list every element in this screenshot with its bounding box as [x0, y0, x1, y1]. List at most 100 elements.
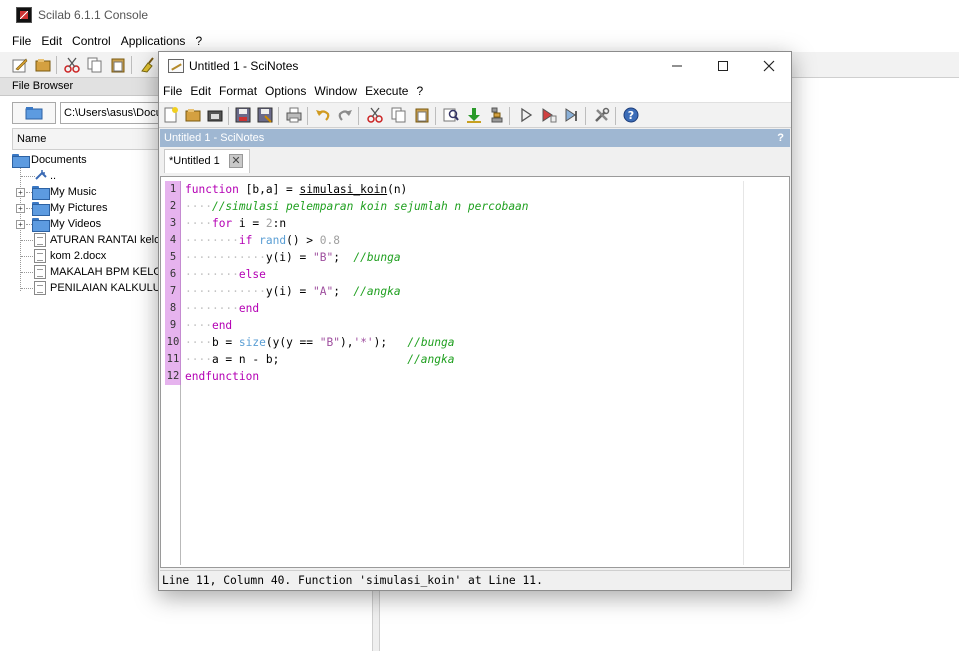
- scilab-logo-icon: [16, 7, 32, 23]
- line-number: 10: [166, 336, 180, 348]
- document-icon: [34, 281, 46, 295]
- scinotes-launch-icon[interactable]: [10, 55, 30, 75]
- code-editor[interactable]: 1 2 3 4 5 6 7 8 9 10 11 12 function [b,a] = simulas…: [160, 176, 790, 568]
- open-recent-icon[interactable]: [205, 105, 225, 125]
- undo-icon[interactable]: [313, 105, 333, 125]
- help-icon[interactable]: ?: [621, 105, 641, 125]
- line-number: 5: [169, 251, 177, 263]
- load-into-scilab-icon[interactable]: [464, 105, 484, 125]
- copy-icon[interactable]: [389, 105, 409, 125]
- document-header-title: Untitled 1 - SciNotes: [164, 132, 265, 144]
- run-with-echo-icon[interactable]: [539, 105, 559, 125]
- open-folder-icon[interactable]: [33, 55, 53, 75]
- document-icon: [34, 265, 46, 279]
- folder-icon: [12, 154, 30, 168]
- scinotes-titlebar[interactable]: Untitled 1 - SciNotes: [159, 52, 791, 80]
- settings-tools-icon[interactable]: [592, 105, 612, 125]
- scinotes-title: Untitled 1 - SciNotes: [189, 59, 299, 73]
- scinotes-toolbar: ?: [159, 102, 791, 128]
- close-button[interactable]: [746, 52, 792, 80]
- expand-icon[interactable]: +: [16, 220, 25, 229]
- parent-directory-icon: [35, 170, 47, 180]
- folder-icon: [25, 107, 43, 120]
- console-menu-file[interactable]: File: [7, 32, 36, 50]
- editor-tab-bar: *Untitled 1 ✕: [160, 147, 790, 173]
- new-file-icon[interactable]: [161, 105, 181, 125]
- paste-icon[interactable]: [108, 55, 128, 75]
- line-number: 3: [169, 217, 177, 229]
- code-line[interactable]: ············y(i) = "B"; //bunga: [185, 249, 401, 266]
- code-line[interactable]: ········else: [185, 266, 266, 283]
- find-replace-icon[interactable]: [441, 105, 461, 125]
- menu-window[interactable]: Window: [310, 80, 361, 102]
- run-until-cursor-icon[interactable]: [562, 105, 582, 125]
- paste-icon[interactable]: [412, 105, 432, 125]
- document-header-help[interactable]: ?: [777, 129, 784, 147]
- code-line[interactable]: ····end: [185, 317, 232, 334]
- close-tab-icon[interactable]: ✕: [229, 154, 243, 168]
- console-menu-control[interactable]: Control: [67, 32, 116, 50]
- line-number: 6: [169, 268, 177, 280]
- clear-console-icon[interactable]: [137, 55, 157, 75]
- tree-item-label: PENILAIAN KALKULUS: [50, 282, 168, 294]
- maximize-button[interactable]: [700, 52, 746, 80]
- expand-icon[interactable]: +: [16, 204, 25, 213]
- redo-icon[interactable]: [335, 105, 355, 125]
- run-icon[interactable]: [516, 105, 536, 125]
- line-number: 7: [169, 285, 177, 297]
- menu-edit[interactable]: Edit: [186, 80, 215, 102]
- open-file-icon[interactable]: [183, 105, 203, 125]
- close-icon: [763, 60, 775, 72]
- code-line[interactable]: ····for i = 2:n: [185, 215, 286, 232]
- tree-item-label: ..: [50, 170, 57, 182]
- cut-icon[interactable]: [365, 105, 385, 125]
- line-number: 1: [169, 183, 177, 195]
- minimize-button[interactable]: [654, 52, 700, 80]
- file-browser-title: File Browser: [12, 80, 74, 92]
- line-number: 11: [166, 353, 180, 365]
- menu-options[interactable]: Options: [261, 80, 310, 102]
- print-icon[interactable]: [284, 105, 304, 125]
- code-line[interactable]: ········if rand() > 0.8: [185, 232, 340, 249]
- folder-icon: [32, 202, 50, 216]
- tree-item-label: Documents: [31, 154, 87, 166]
- code-line[interactable]: ····//simulasi pelemparan koin sejumlah …: [185, 198, 529, 215]
- folder-icon: [32, 186, 50, 200]
- tab-untitled-1[interactable]: *Untitled 1 ✕: [164, 149, 250, 173]
- status-bar: Line 11, Column 40. Function 'simulasi_k…: [160, 570, 790, 590]
- save-icon[interactable]: [233, 105, 253, 125]
- menu-file[interactable]: File: [159, 80, 186, 102]
- expand-icon[interactable]: +: [16, 188, 25, 197]
- code-line[interactable]: ····b = size(y(y == "B"),'*'); //bunga: [185, 334, 455, 351]
- menu-execute[interactable]: Execute: [361, 80, 412, 102]
- document-icon: [34, 249, 46, 263]
- scinotes-menubar: File Edit Format Options Window Execute?: [159, 80, 791, 102]
- copy-icon[interactable]: [85, 55, 105, 75]
- cut-icon[interactable]: [62, 55, 82, 75]
- browse-folder-button[interactable]: [12, 102, 56, 124]
- code-line[interactable]: ············y(i) = "A"; //angka: [185, 283, 401, 300]
- console-menubar: File Edit Control Applications?: [0, 32, 959, 52]
- right-margin-line: [743, 181, 744, 565]
- line-number: 4: [169, 234, 177, 246]
- code-line[interactable]: function [b,a] = simulasi_koin(n): [185, 181, 407, 198]
- code-line[interactable]: ····a = n - b; //angka: [185, 351, 454, 368]
- console-menu-applications[interactable]: Applications: [116, 32, 191, 50]
- code-line[interactable]: ········end: [185, 300, 259, 317]
- minimize-icon: [672, 65, 682, 67]
- line-number: 9: [169, 319, 177, 331]
- console-menu-edit[interactable]: Edit: [36, 32, 67, 50]
- console-menu-help[interactable]: ?: [190, 32, 207, 50]
- document-header-bar: Untitled 1 - SciNotes ?: [160, 129, 790, 147]
- scinotes-window: Untitled 1 - SciNotes File Edit Format Opti…: [158, 51, 792, 591]
- save-as-icon[interactable]: [255, 105, 275, 125]
- code-line[interactable]: endfunction: [185, 368, 259, 385]
- menu-help[interactable]: ?: [412, 80, 427, 102]
- menu-format[interactable]: Format: [215, 80, 261, 102]
- execute-file-icon[interactable]: [487, 105, 507, 125]
- tab-label: *Untitled 1: [169, 155, 220, 167]
- tree-item-label: My Music: [50, 186, 97, 198]
- tree-item-label: My Videos: [50, 218, 102, 230]
- maximize-icon: [718, 61, 728, 71]
- console-title: Scilab 6.1.1 Console: [38, 8, 149, 22]
